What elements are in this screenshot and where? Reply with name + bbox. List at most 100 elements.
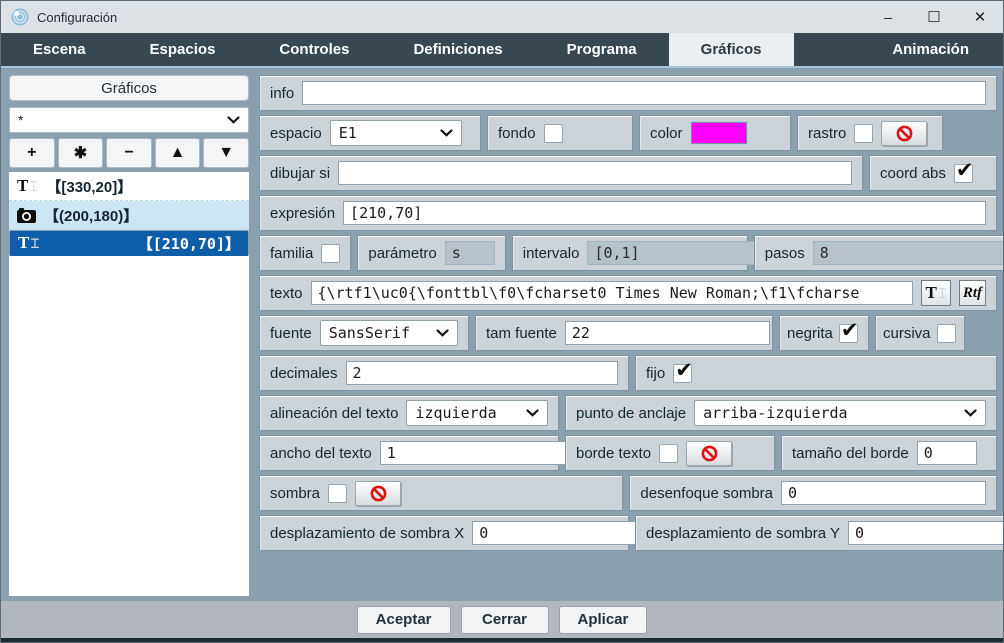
rastro-checkbox[interactable] <box>854 124 873 143</box>
tab-graficos[interactable]: Gráficos <box>669 33 794 66</box>
chevron-down-icon <box>440 129 453 137</box>
parametro-input[interactable] <box>445 241 495 265</box>
plain-text-button[interactable]: T⌶ <box>921 280 950 306</box>
alineacion-select[interactable]: izquierda <box>406 400 548 426</box>
tab-bar: Escena Espacios Controles Definiciones P… <box>1 33 1003 66</box>
color-swatch[interactable] <box>691 122 747 144</box>
main-area: Gráficos * + ✱ − ▲ ▼ T⌶ 【[330,20]】 <box>1 66 1003 601</box>
properties-panel: info espacio E1 fondo col <box>259 75 997 555</box>
configuration-window: Configuración – ☐ ✕ Escena Espacios Cont… <box>0 0 1004 643</box>
move-up-button[interactable]: ▲ <box>155 138 201 168</box>
minimize-button[interactable]: – <box>865 1 911 33</box>
espacio-select[interactable]: E1 <box>330 120 462 146</box>
tam-fuente-input[interactable] <box>565 321 770 345</box>
borde-texto-clear-button[interactable] <box>686 441 732 466</box>
rastro-clear-button[interactable] <box>881 121 927 146</box>
tam-fuente-group: tam fuente <box>475 315 773 351</box>
pasos-input[interactable] <box>813 241 1004 265</box>
info-group: info <box>259 75 997 111</box>
no-sign-icon <box>701 445 718 462</box>
anclaje-value: arriba-izquierda <box>703 404 848 422</box>
fondo-group: fondo <box>487 115 633 151</box>
expresion-input[interactable] <box>343 201 986 225</box>
tab-espacios[interactable]: Espacios <box>118 33 248 66</box>
sombra-label: sombra <box>270 485 320 502</box>
close-dialog-button[interactable]: Cerrar <box>461 606 549 634</box>
sombra-clear-button[interactable] <box>355 481 401 506</box>
desp-x-label: desplazamiento de sombra X <box>270 525 464 542</box>
cursiva-checkbox[interactable] <box>937 324 956 343</box>
expresion-group: expresión <box>259 195 997 231</box>
tam-fuente-label: tam fuente <box>486 325 557 342</box>
fondo-label: fondo <box>498 125 536 142</box>
fuente-group: fuente SansSerif <box>259 315 469 351</box>
texto-group: texto T⌶ Rtf <box>259 275 997 311</box>
rtf-editor-button[interactable]: Rtf <box>959 280 986 306</box>
graphics-list: T⌶ 【[330,20]】 【(200,180)】 T⌶ 【[210,70]】 <box>9 172 249 596</box>
apply-button[interactable]: Aplicar <box>559 606 648 634</box>
tamano-borde-label: tamaño del borde <box>792 445 909 462</box>
tab-escena[interactable]: Escena <box>1 33 118 66</box>
borde-texto-checkbox[interactable] <box>659 444 678 463</box>
alineacion-group: alineación del texto izquierda <box>259 395 559 431</box>
parametro-group: parámetro <box>357 235 505 271</box>
window-title: Configuración <box>37 10 117 25</box>
tab-programa[interactable]: Programa <box>535 33 669 66</box>
desenfoque-input[interactable] <box>781 481 986 505</box>
pasos-label: pasos <box>765 245 805 262</box>
alineacion-value: izquierda <box>415 404 496 422</box>
text-graphic-icon: T⌶ <box>17 176 38 196</box>
coord-abs-checkbox[interactable] <box>954 164 973 183</box>
espacio-value: E1 <box>339 124 357 142</box>
tab-animacion[interactable]: Animación <box>860 33 1003 66</box>
decimales-input[interactable] <box>346 361 618 385</box>
color-label: color <box>650 125 683 142</box>
anclaje-select[interactable]: arriba-izquierda <box>694 400 986 426</box>
title-bar: Configuración – ☐ ✕ <box>1 1 1003 33</box>
borde-texto-label: borde texto <box>576 445 651 462</box>
negrita-checkbox[interactable] <box>839 324 858 343</box>
dibujar-si-label: dibujar si <box>270 165 330 182</box>
familia-checkbox[interactable] <box>321 244 340 263</box>
texto-label: texto <box>270 285 303 302</box>
desp-y-input[interactable] <box>848 521 1004 545</box>
texto-input[interactable] <box>311 281 914 305</box>
fondo-checkbox[interactable] <box>544 124 563 143</box>
graphics-filter-select[interactable]: * <box>9 107 249 133</box>
accept-button[interactable]: Aceptar <box>357 606 451 634</box>
color-group: color <box>639 115 791 151</box>
list-item-label: 【[330,20]】 <box>46 176 132 197</box>
desp-y-group: desplazamiento de sombra Y <box>635 515 1004 551</box>
tamano-borde-input[interactable] <box>917 441 977 465</box>
duplicate-graphic-button[interactable]: ✱ <box>58 138 104 168</box>
chevron-down-icon <box>526 409 539 417</box>
expresion-label: expresión <box>270 205 335 222</box>
list-panel-title: Gráficos <box>9 75 249 101</box>
add-graphic-button[interactable]: + <box>9 138 55 168</box>
remove-graphic-button[interactable]: − <box>106 138 152 168</box>
list-item-label: 【(200,180)】 <box>44 205 138 226</box>
info-input[interactable] <box>302 81 986 105</box>
ancho-texto-input[interactable] <box>380 441 585 465</box>
fuente-select[interactable]: SansSerif <box>320 320 458 346</box>
desenfoque-label: desenfoque sombra <box>640 485 773 502</box>
move-down-button[interactable]: ▼ <box>203 138 249 168</box>
fijo-label: fijo <box>646 365 665 382</box>
fuente-value: SansSerif <box>329 324 410 342</box>
footer-bar: Aceptar Cerrar Aplicar <box>1 601 1003 638</box>
list-item[interactable]: T⌶ 【[330,20]】 <box>9 172 249 201</box>
graphics-list-panel: Gráficos * + ✱ − ▲ ▼ T⌶ 【[330,20]】 <box>9 75 249 596</box>
decimales-label: decimales <box>270 365 338 382</box>
list-toolbar: + ✱ − ▲ ▼ <box>9 138 249 168</box>
dibujar-si-input[interactable] <box>338 161 852 185</box>
sombra-checkbox[interactable] <box>328 484 347 503</box>
tab-definiciones[interactable]: Definiciones <box>381 33 534 66</box>
list-item-selected[interactable]: T⌶ 【[210,70]】 <box>9 230 249 256</box>
coord-abs-group: coord abs <box>869 155 997 191</box>
fijo-checkbox[interactable] <box>673 364 692 383</box>
tab-controles[interactable]: Controles <box>247 33 381 66</box>
close-button[interactable]: ✕ <box>957 1 1003 33</box>
list-item[interactable]: 【(200,180)】 <box>9 201 249 230</box>
anclaje-group: punto de anclaje arriba-izquierda <box>565 395 997 431</box>
maximize-button[interactable]: ☐ <box>911 1 957 33</box>
